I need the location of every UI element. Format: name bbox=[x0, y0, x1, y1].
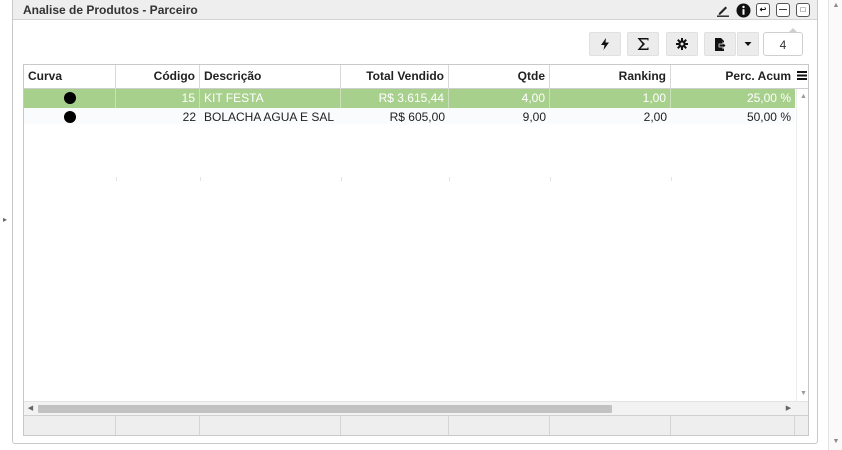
record-count-field: 4 bbox=[763, 32, 803, 56]
summary-cell bbox=[449, 416, 550, 435]
grid-vertical-scrollbar[interactable]: ▲ ▼ bbox=[796, 89, 808, 402]
grid-header: Curva Código Descrição Total Vendido Qtd… bbox=[24, 65, 808, 89]
expand-panel-handle-icon[interactable]: ▸ bbox=[3, 215, 9, 225]
scroll-right-icon[interactable]: ▶ bbox=[784, 404, 793, 413]
curva-cell bbox=[24, 108, 116, 127]
perc-acum-cell: 50,00 % bbox=[746, 110, 791, 124]
curva-cell bbox=[24, 89, 116, 108]
products-grid: Curva Código Descrição Total Vendido Qtd… bbox=[23, 64, 809, 436]
qtde-cell: 9,00 bbox=[522, 110, 546, 124]
maximize-icon[interactable]: □ bbox=[795, 2, 811, 18]
export-icon bbox=[715, 37, 726, 51]
grid-horizontal-scrollbar[interactable]: ◀ ▶ bbox=[24, 401, 808, 415]
perc-acum-cell: 25,00 % bbox=[746, 91, 791, 105]
summary-cell bbox=[671, 416, 795, 435]
analysis-panel: Analise de Produtos - Parceiro ↩ — □ 4 C… bbox=[12, 0, 818, 444]
column-header-perc-acum[interactable]: Perc. Acum bbox=[671, 65, 795, 89]
restore-icon[interactable]: ↩ bbox=[755, 2, 771, 18]
column-header-ranking[interactable]: Ranking bbox=[550, 65, 671, 89]
page-scrollbar[interactable]: ▲ ▼ bbox=[828, 0, 842, 450]
summary-cell bbox=[550, 416, 671, 435]
curve-dot-icon bbox=[63, 92, 76, 104]
descricao-cell: BOLACHA AGUA E SAL bbox=[204, 110, 335, 124]
app-window: ▸ ▲ ▼ Analise de Produtos - Parceiro ↩ —… bbox=[0, 0, 842, 450]
scroll-down-icon[interactable]: ▼ bbox=[799, 389, 808, 398]
grid-toolbar: 4 bbox=[13, 28, 817, 58]
panel-titlebar: Analise de Produtos - Parceiro ↩ — □ bbox=[13, 0, 817, 20]
export-button[interactable] bbox=[704, 32, 736, 56]
scroll-left-icon[interactable]: ◀ bbox=[26, 404, 35, 413]
panel-title: Analise de Produtos - Parceiro bbox=[23, 3, 198, 17]
lightning-button[interactable] bbox=[589, 32, 621, 56]
column-header-descricao[interactable]: Descrição bbox=[200, 65, 341, 89]
lightning-icon bbox=[601, 38, 609, 50]
summary-cell bbox=[200, 416, 341, 435]
column-divider bbox=[671, 177, 672, 181]
summary-cell bbox=[24, 416, 116, 435]
minimize-icon[interactable]: — bbox=[775, 2, 791, 18]
ranking-cell: 1,00 bbox=[550, 89, 671, 108]
codigo-cell: 15 bbox=[116, 89, 200, 108]
column-divider bbox=[341, 177, 342, 181]
sum-button[interactable] bbox=[627, 32, 659, 56]
column-divider bbox=[200, 177, 201, 181]
column-menu-icon[interactable] bbox=[797, 69, 807, 83]
gear-icon bbox=[676, 38, 688, 50]
column-divider bbox=[550, 177, 551, 181]
column-header-curva[interactable]: Curva bbox=[24, 65, 116, 89]
qtde-cell: 4,00 bbox=[449, 89, 550, 108]
settings-button[interactable] bbox=[666, 32, 698, 56]
summary-cell bbox=[116, 416, 200, 435]
grid-summary-footer bbox=[24, 415, 808, 435]
info-icon[interactable] bbox=[735, 2, 751, 18]
panel-title-icons: ↩ — □ bbox=[715, 2, 811, 18]
codigo-cell: 22 bbox=[182, 110, 196, 124]
table-row[interactable]: 22 BOLACHA AGUA E SAL R$ 605,00 9,00 2,0… bbox=[24, 108, 795, 124]
pencil-icon[interactable] bbox=[715, 2, 731, 18]
scroll-up-icon[interactable]: ▲ bbox=[799, 92, 808, 101]
chevron-down-icon bbox=[744, 42, 752, 46]
column-header-total-vendido[interactable]: Total Vendido bbox=[341, 65, 449, 89]
ranking-cell: 2,00 bbox=[643, 110, 667, 124]
column-divider bbox=[449, 177, 450, 181]
summary-cell bbox=[341, 416, 449, 435]
curve-dot-icon bbox=[64, 111, 76, 123]
total-vendido-cell: R$ 3.615,44 bbox=[341, 89, 449, 108]
page-scroll-up-icon[interactable]: ▲ bbox=[832, 2, 840, 10]
column-header-codigo[interactable]: Código bbox=[116, 65, 200, 89]
descricao-cell: KIT FESTA bbox=[200, 89, 341, 108]
table-row[interactable]: 15 KIT FESTA R$ 3.615,44 4,00 1,00 25,00… bbox=[24, 89, 795, 108]
page-scroll-down-icon[interactable]: ▼ bbox=[832, 438, 840, 446]
horizontal-scroll-thumb[interactable] bbox=[38, 405, 612, 413]
sum-icon bbox=[637, 38, 649, 50]
count-pointer bbox=[788, 28, 798, 33]
column-divider bbox=[116, 177, 117, 181]
total-vendido-cell: R$ 605,00 bbox=[389, 110, 445, 124]
export-dropdown-button[interactable] bbox=[737, 32, 759, 56]
column-header-qtde[interactable]: Qtde bbox=[449, 65, 550, 89]
